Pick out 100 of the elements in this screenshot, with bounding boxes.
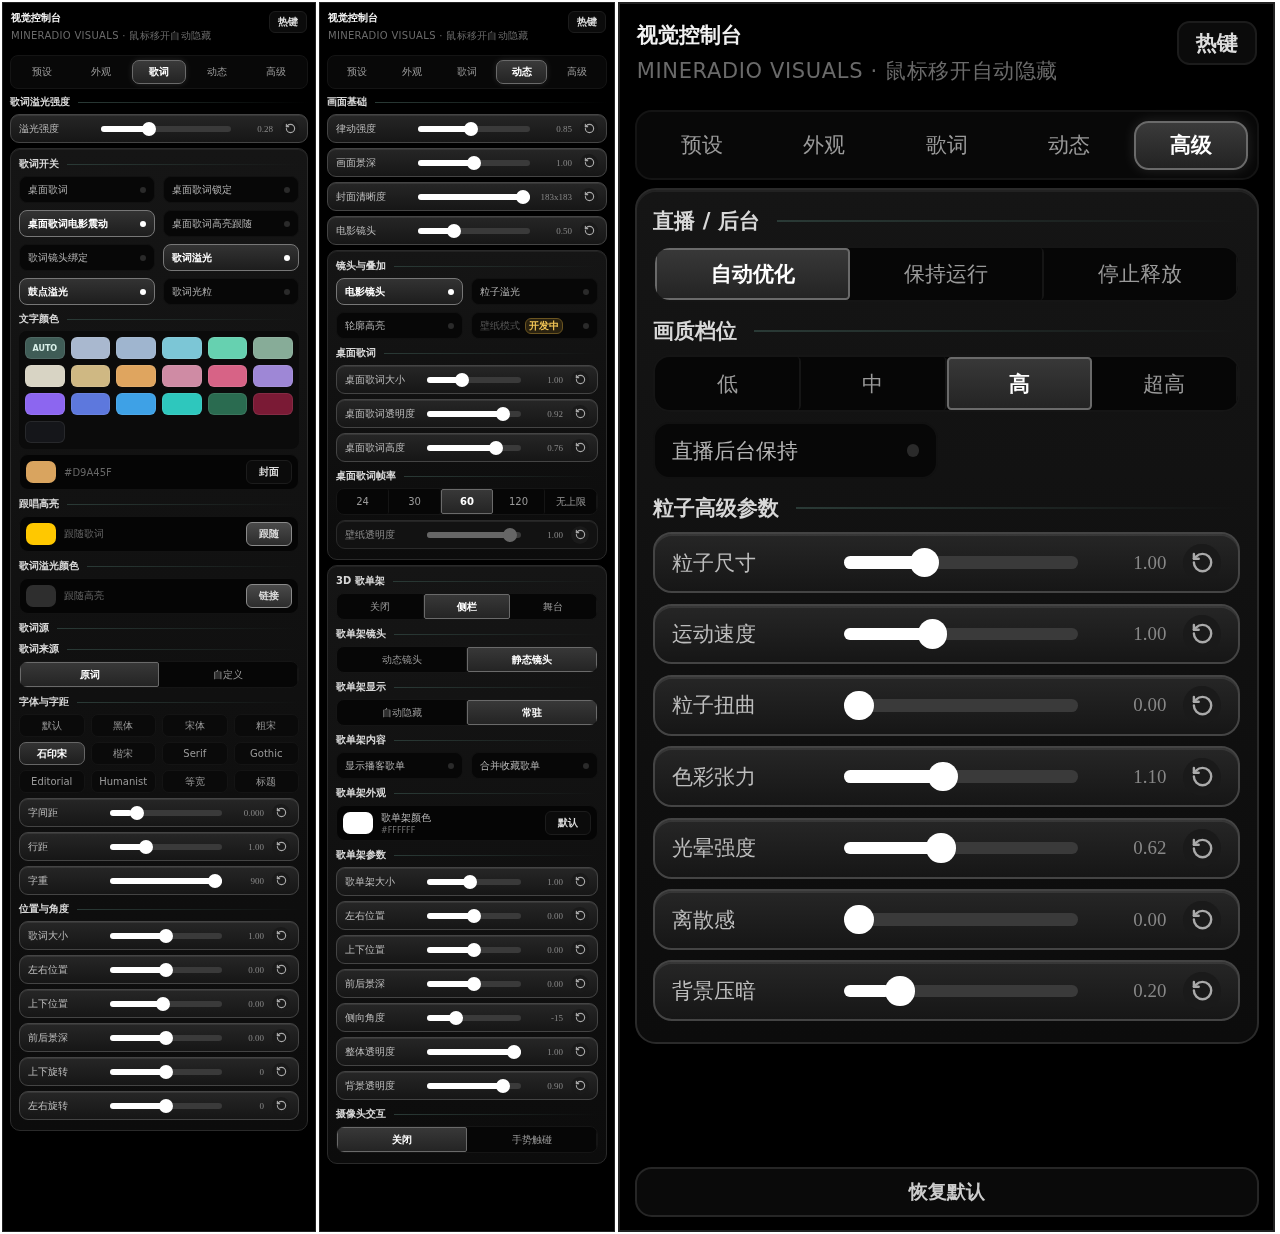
- tab[interactable]: 歌词: [131, 60, 187, 84]
- slider[interactable]: [110, 996, 222, 1011]
- tab[interactable]: 外观: [386, 60, 438, 84]
- slider-thumb[interactable]: [464, 121, 479, 136]
- toggle-option[interactable]: 歌词镜头绑定: [19, 244, 155, 271]
- slider-thumb[interactable]: [467, 908, 481, 923]
- color-swatch[interactable]: [26, 523, 56, 545]
- segment-option[interactable]: 120: [493, 489, 545, 514]
- slider-thumb[interactable]: [159, 1064, 173, 1079]
- segment-option[interactable]: 停止释放: [1043, 247, 1238, 301]
- tab[interactable]: 高级: [551, 60, 602, 84]
- color-swatch[interactable]: [207, 365, 248, 387]
- color-swatch[interactable]: [162, 365, 202, 387]
- font-option[interactable]: 楷宋: [90, 742, 156, 765]
- slider-thumb[interactable]: [918, 619, 948, 649]
- slider-thumb[interactable]: [926, 833, 956, 863]
- toggle-option[interactable]: 电影镜头: [336, 278, 463, 305]
- slider[interactable]: [418, 223, 530, 238]
- toggle-option[interactable]: 桌面歌词锁定: [163, 176, 299, 203]
- slider-thumb[interactable]: [156, 996, 171, 1011]
- slider-thumb[interactable]: [449, 1010, 464, 1025]
- slider[interactable]: [844, 833, 1079, 863]
- slider[interactable]: [418, 189, 530, 204]
- slider[interactable]: [427, 908, 521, 923]
- color-swatch[interactable]: [70, 337, 111, 359]
- toggle-option[interactable]: 直播后台保持: [653, 422, 939, 479]
- color-swatch[interactable]: [207, 393, 248, 415]
- slider-thumb[interactable]: [467, 976, 481, 991]
- slider[interactable]: [110, 805, 222, 820]
- slider-thumb[interactable]: [129, 805, 144, 820]
- slider[interactable]: [844, 690, 1079, 721]
- slider-thumb[interactable]: [455, 372, 469, 387]
- font-option[interactable]: Gothic: [233, 742, 299, 765]
- slider[interactable]: [844, 904, 1079, 935]
- tab[interactable]: 高级: [248, 60, 303, 84]
- slider[interactable]: [427, 874, 521, 889]
- segment-option[interactable]: 低: [655, 357, 802, 410]
- slider[interactable]: [427, 1044, 521, 1059]
- toggle-option[interactable]: 歌词溢光: [163, 244, 299, 271]
- slider[interactable]: [110, 928, 222, 943]
- toggle-option[interactable]: 桌面歌词高亮跟随: [163, 210, 299, 237]
- slider-thumb[interactable]: [159, 1030, 173, 1045]
- slider[interactable]: [110, 962, 222, 977]
- slider[interactable]: [110, 1064, 222, 1079]
- color-swatch[interactable]: [26, 585, 56, 607]
- slider-thumb[interactable]: [467, 942, 481, 957]
- segment-option[interactable]: 关闭: [337, 1127, 467, 1152]
- color-swatch[interactable]: AUTO: [25, 337, 65, 359]
- segment-option[interactable]: 侧栏: [423, 594, 511, 619]
- segment-option[interactable]: 自定义: [159, 662, 298, 687]
- segment-option[interactable]: 24: [337, 489, 389, 514]
- font-option[interactable]: Editorial: [19, 770, 85, 793]
- color-swatch[interactable]: [253, 393, 293, 415]
- tab[interactable]: 歌词: [441, 60, 493, 84]
- slider-thumb[interactable]: [928, 762, 958, 792]
- toggle-option[interactable]: 轮廓高亮: [336, 312, 463, 339]
- slider[interactable]: [427, 942, 521, 957]
- slider-thumb[interactable]: [159, 962, 173, 977]
- slider-thumb[interactable]: [467, 155, 481, 170]
- reset-defaults-button[interactable]: 恢复默认: [634, 1167, 1259, 1218]
- toggle-option[interactable]: 合并收藏歌单: [471, 752, 598, 779]
- slider[interactable]: [418, 155, 530, 170]
- slider-thumb[interactable]: [489, 440, 504, 455]
- segment-option[interactable]: 关闭: [337, 594, 424, 619]
- slider[interactable]: [844, 619, 1079, 649]
- font-option[interactable]: 宋体: [162, 714, 228, 737]
- font-option[interactable]: Serif: [162, 742, 228, 765]
- slider-thumb[interactable]: [141, 121, 156, 136]
- slider[interactable]: [110, 839, 222, 854]
- slider[interactable]: [110, 873, 222, 888]
- slider[interactable]: [427, 406, 521, 421]
- segment-option[interactable]: 高: [946, 357, 1093, 410]
- color-swatch[interactable]: [162, 337, 202, 359]
- font-option[interactable]: 粗宋: [233, 714, 299, 737]
- slider[interactable]: [418, 121, 530, 136]
- row-button[interactable]: 封面: [246, 460, 292, 484]
- slider-thumb[interactable]: [139, 839, 154, 854]
- tab[interactable]: 预设: [332, 60, 383, 84]
- slider[interactable]: [110, 1098, 222, 1113]
- slider[interactable]: [101, 121, 231, 136]
- color-swatch[interactable]: [25, 393, 65, 415]
- color-swatch[interactable]: [70, 365, 111, 387]
- tab[interactable]: 歌词: [889, 120, 1004, 170]
- slider-thumb[interactable]: [516, 189, 530, 204]
- color-swatch[interactable]: [116, 393, 156, 415]
- tab[interactable]: 外观: [73, 60, 128, 84]
- font-option[interactable]: 黑体: [90, 714, 156, 737]
- color-swatch[interactable]: [343, 812, 373, 834]
- slider-thumb[interactable]: [495, 1078, 510, 1093]
- slider-thumb[interactable]: [909, 547, 940, 578]
- row-button[interactable]: 默认: [545, 811, 591, 835]
- slider-thumb[interactable]: [447, 223, 462, 238]
- segment-option[interactable]: 静态镜头: [467, 647, 597, 672]
- segment-option[interactable]: 60: [441, 489, 493, 514]
- font-option[interactable]: 等宽: [162, 770, 228, 793]
- tab[interactable]: 高级: [1134, 120, 1249, 170]
- toggle-option[interactable]: 显示播客歌单: [336, 752, 463, 779]
- segment-option[interactable]: 手势触碰: [467, 1127, 597, 1152]
- font-option[interactable]: Humanist: [90, 770, 156, 793]
- toggle-option[interactable]: 鼓点溢光: [19, 278, 155, 305]
